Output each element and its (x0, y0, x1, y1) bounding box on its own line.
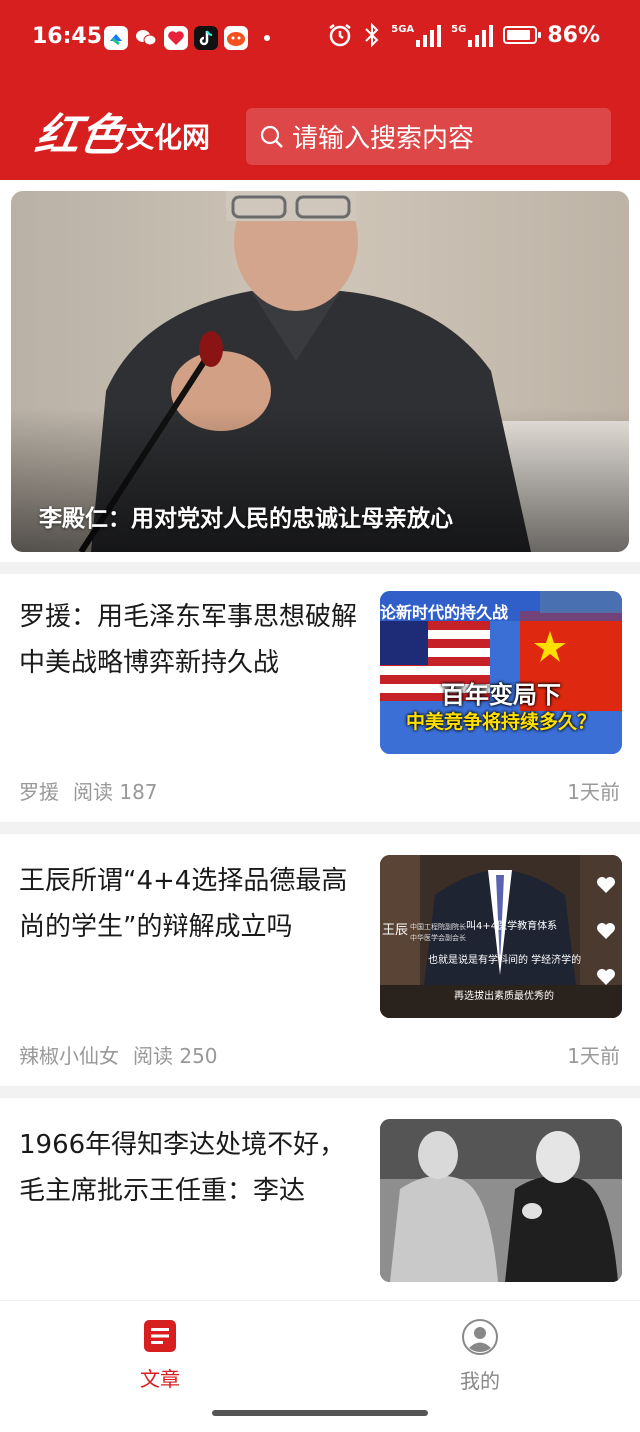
tab-label: 我的 (460, 1369, 500, 1393)
article-author: 罗援 (19, 780, 59, 804)
article-card[interactable]: 罗援：用毛泽东军事思想破解中美战略博弈新持久战 论新时代的持久战 百年变局下 中… (0, 574, 640, 818)
thumbnail-bw-photo (380, 1119, 622, 1282)
app-header: 16:45 5GA 5G 86% 红色 文化网 请输入搜索内容 (0, 0, 640, 180)
thumbnail-caption-title1: 中国工程院副院长 (410, 923, 466, 931)
battery-percent: 86% (547, 22, 600, 48)
status-time: 16:45 (32, 24, 103, 49)
thumbnail-caption-top: 论新时代的持久战 (380, 603, 509, 622)
article-thumbnail: 叫4+4医学教育体系 王辰 中国工程院副院长 中华医学会副会长 也就是说是有学科… (380, 855, 622, 1018)
signal-bars-icon (416, 24, 442, 47)
thumbnail-subtitle-1: 也就是说是有学科间的 学经济学的 (428, 955, 582, 966)
signal-bars-icon (468, 24, 494, 47)
article-title: 1966年得知李达处境不好，毛主席批示王任重：李达 (19, 1130, 346, 1206)
article-meta: 辣椒小仙女 阅读 250 (19, 1040, 218, 1069)
alarm-icon (329, 24, 351, 47)
article-card[interactable]: 王辰所谓“4+4选择品德最高尚的学生”的辩解成立吗 叫4+4医学教育体系 王辰 … (0, 838, 640, 1082)
thumbnail-caption-name: 王辰 (382, 923, 409, 938)
article-reads: 阅读 187 (73, 780, 158, 804)
network-label: 5GA (391, 23, 415, 35)
article-time: 1天前 (567, 1044, 620, 1068)
article-card[interactable]: 1966年得知李达处境不好，毛主席批示王任重：李达 (0, 1102, 640, 1300)
thumbnail-caption-title2: 中华医学会副会长 (410, 934, 466, 942)
divider (0, 562, 640, 574)
article-thumbnail (380, 1119, 622, 1282)
battery-fill (507, 30, 530, 40)
thumbnail-caption-sub: 中美竞争将持续多久？ (405, 711, 596, 733)
notification-icons (104, 26, 270, 50)
more-notifications-dot (264, 35, 270, 41)
network-label-2: 5G (451, 23, 467, 35)
hero-image (11, 191, 629, 552)
thumbnail-subtitle-2: 再选拔出素质最优秀的 (454, 991, 554, 1002)
hero-caption: 李殿仁：用对党对人民的忠诚让母亲放心 (39, 506, 453, 532)
article-reads: 阅读 250 (133, 1044, 218, 1068)
article-time: 1天前 (567, 780, 620, 804)
thumbnail-caption-1: 叫4+4医学教育体系 (466, 921, 558, 932)
article-icon (144, 1320, 176, 1352)
search-icon (260, 125, 283, 148)
home-indicator[interactable] (212, 1410, 428, 1416)
article-thumbnail: 论新时代的持久战 百年变局下 中美竞争将持续多久？ (380, 591, 622, 754)
divider (0, 822, 640, 834)
signal-5ga: 5GA (391, 23, 442, 47)
logo-calligraphy: 红色 (31, 110, 129, 161)
game-app-icon (224, 26, 248, 50)
article-title: 罗援：用毛泽东军事思想破解中美战略博弈新持久战 (19, 602, 358, 678)
tab-articles[interactable]: 文章 (100, 1319, 220, 1392)
tab-label: 文章 (140, 1367, 180, 1391)
wechat-icon (134, 26, 158, 50)
battery-icon (503, 26, 542, 44)
bluetooth-icon (365, 22, 379, 48)
alipay-icon (104, 26, 128, 50)
divider (0, 1086, 640, 1098)
site-logo[interactable]: 红色 文化网 (32, 110, 211, 161)
signal-5g: 5G (451, 23, 494, 47)
heart-app-icon (164, 26, 188, 50)
profile-icon (462, 1319, 498, 1355)
hero-banner[interactable]: 李殿仁：用对党对人民的忠诚让母亲放心 (11, 191, 629, 552)
tiktok-icon (194, 26, 218, 50)
thumbnail-caption-main: 百年变局下 (441, 681, 561, 709)
logo-text: 文化网 (126, 121, 211, 154)
article-author: 辣椒小仙女 (19, 1044, 119, 1068)
article-title: 王辰所谓“4+4选择品德最高尚的学生”的辩解成立吗 (19, 866, 348, 942)
status-indicators: 5GA 5G 86% (327, 22, 600, 48)
tab-profile[interactable]: 我的 (420, 1319, 540, 1394)
status-bar: 16:45 5GA 5G 86% (0, 0, 640, 78)
search-bar[interactable]: 请输入搜索内容 (246, 108, 611, 165)
article-meta: 罗援 阅读 187 (19, 776, 158, 805)
search-placeholder: 请输入搜索内容 (292, 124, 475, 154)
